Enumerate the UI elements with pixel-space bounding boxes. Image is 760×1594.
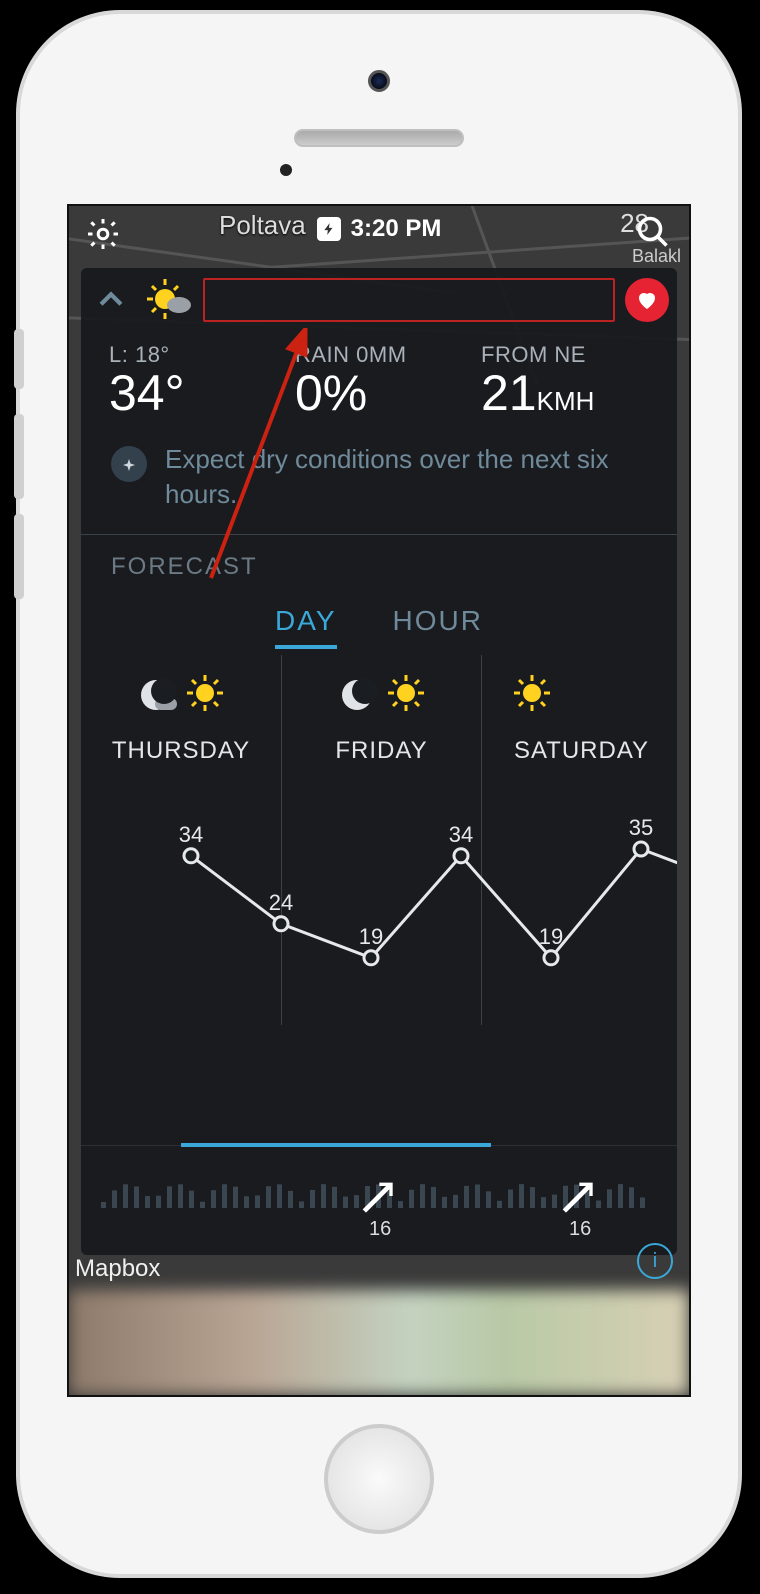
day-name: THURSDAY <box>81 737 281 765</box>
forecast-tabs: DAY HOUR <box>81 591 677 655</box>
favorite-button[interactable] <box>625 278 669 322</box>
svg-text:24: 24 <box>269 890 293 915</box>
sun-icon <box>512 673 552 718</box>
location-title[interactable] <box>203 278 615 322</box>
footer-blur <box>69 1290 689 1395</box>
moon-cloud-icon <box>137 676 175 714</box>
phone-camera <box>368 70 390 92</box>
svg-text:34: 34 <box>449 822 473 847</box>
charging-icon <box>317 217 341 241</box>
stat-wind: FROM NE 21KMH <box>481 342 649 418</box>
collapse-chevron-icon[interactable] <box>89 278 133 322</box>
info-button[interactable]: i <box>637 1243 673 1279</box>
phone-frame: Poltava 28 3:20 PM Balakl <box>20 14 738 1574</box>
summary-row: Expect dry conditions over the next six … <box>81 438 677 534</box>
wind-value: 16 <box>369 1218 391 1241</box>
timeline-highlight <box>181 1143 491 1147</box>
tab-hour[interactable]: HOUR <box>393 605 483 649</box>
wind-arrow-icon <box>556 1176 596 1216</box>
phone-proximity-sensor <box>280 164 292 176</box>
tab-day[interactable]: DAY <box>275 605 337 649</box>
forecast-title: FORECAST <box>81 535 677 591</box>
weather-card: L: 18° 34° RAIN 0MM 0% FROM NE 21KMH Exp… <box>81 268 677 1255</box>
moon-stars-icon: ✦· <box>338 676 376 714</box>
card-header <box>81 268 677 332</box>
current-stats: L: 18° 34° RAIN 0MM 0% FROM NE 21KMH <box>81 332 677 438</box>
phone-speaker <box>294 129 464 147</box>
phone-home-button[interactable] <box>324 1424 434 1534</box>
map-label-right: Balakl <box>632 246 681 267</box>
forecast-chart-area[interactable]: THURSDAY ✦· FRIDAY <box>81 655 677 1025</box>
phone-volume-down <box>14 514 24 599</box>
temperature-line-chart: 34 24 19 34 19 35 <box>81 785 677 1005</box>
forecast-bottom-bar: 16 16 <box>81 1145 677 1255</box>
status-time: 3:20 PM <box>351 215 442 243</box>
status-bar: 3:20 PM Balakl <box>69 206 689 252</box>
current-condition-icon <box>143 275 193 325</box>
settings-icon[interactable] <box>85 216 121 257</box>
sun-icon <box>185 673 225 718</box>
day-name: SATURDAY <box>482 737 677 765</box>
annotation-arrow <box>181 328 361 588</box>
svg-text:19: 19 <box>359 924 383 949</box>
phone-side-button <box>14 329 24 389</box>
wind-value: 16 <box>569 1218 591 1241</box>
screen: Poltava 28 3:20 PM Balakl <box>67 204 691 1397</box>
wind-unit: KMH <box>537 386 595 416</box>
svg-text:19: 19 <box>539 924 563 949</box>
svg-text:35: 35 <box>629 815 653 840</box>
sun-icon <box>386 673 426 718</box>
map-attribution[interactable]: Mapbox <box>75 1255 160 1283</box>
phone-volume-up <box>14 414 24 499</box>
wind-speed: 21 <box>481 365 537 421</box>
compass-icon <box>111 446 147 482</box>
wind-arrow-icon <box>356 1176 396 1216</box>
day-name: FRIDAY <box>282 737 481 765</box>
svg-text:34: 34 <box>179 822 203 847</box>
